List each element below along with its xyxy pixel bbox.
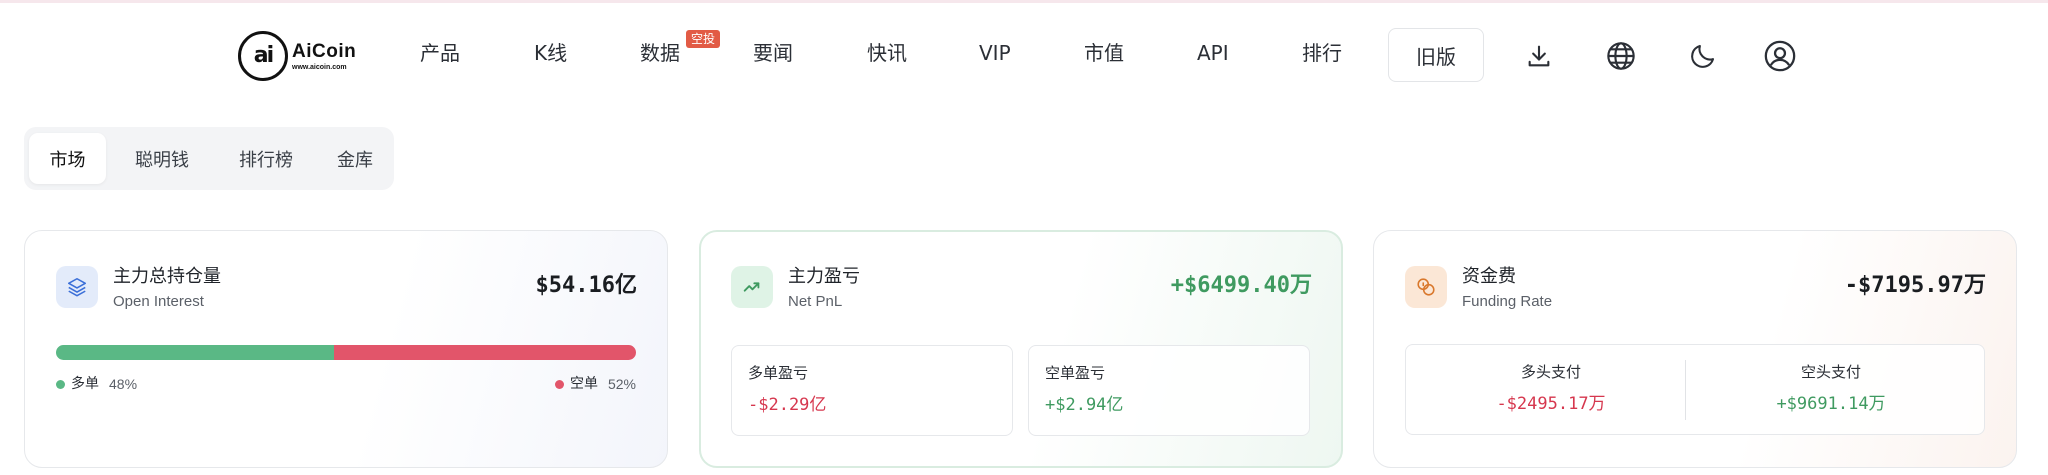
short-legend: 空单 52% [554,375,636,393]
nav-item-ranking[interactable]: 排行 [1302,38,1342,68]
short-percent: 52% [607,376,636,392]
short-pnl-box: 空单盈亏 +$2.94亿 [1028,345,1310,436]
tab-smart-money[interactable]: 聪明钱 [114,133,210,184]
nav-item-api[interactable]: API [1197,38,1229,68]
open-interest-card[interactable]: 主力总持仓量 Open Interest $54.16亿 多单 48% 空单 5… [24,230,668,468]
long-pnl-value: -$2.29亿 [748,395,827,415]
market-tabs: 市场 聪明钱 排行榜 金库 [24,127,394,190]
funding-rate-value: -$7195.97万 [1844,273,1986,298]
card-title: 主力盈亏 [788,266,860,287]
long-pnl-label: 多单盈亏 [748,364,809,382]
long-pnl-box: 多单盈亏 -$2.29亿 [731,345,1013,436]
nav-item-news[interactable]: 要闻 [753,38,793,68]
card-subtitle: Open Interest [113,293,204,310]
old-version-button[interactable]: 旧版 [1388,28,1484,82]
layers-icon [56,266,98,308]
logo-mark: ai [238,31,288,81]
top-navigation: ai AiCoin www.aicoin.com 产品 K线 数据 空投 要闻 … [0,18,2048,92]
card-subtitle: Funding Rate [1462,293,1553,310]
logo-brand: AiCoin [292,40,357,62]
card-title: 资金费 [1462,266,1516,287]
nav-item-data[interactable]: 数据 [640,38,680,68]
short-label: 空单 [569,376,598,392]
tab-leaderboard[interactable]: 排行榜 [218,133,314,184]
short-pnl-label: 空单盈亏 [1045,364,1106,382]
short-payment-value: +$9691.14万 [1776,394,1886,414]
long-payment-value: -$2495.17万 [1496,394,1606,414]
top-accent-line [0,0,2048,3]
logo-mark-text: ai [253,42,274,68]
funding-breakdown-box: 多头支付 -$2495.17万 空头支付 +$9691.14万 [1405,344,1985,435]
short-payment-column: 空头支付 +$9691.14万 [1686,345,1976,436]
short-pnl-value: +$2.94亿 [1045,395,1124,415]
nav-item-vip[interactable]: VIP [979,38,1011,68]
coins-icon [1405,266,1447,308]
short-dot [554,379,564,389]
open-interest-value: $54.16亿 [535,273,637,298]
long-dot [56,379,65,389]
download-icon[interactable] [1519,36,1559,76]
card-subtitle: Net PnL [788,293,843,310]
long-short-ratio-bar [56,345,636,360]
nav-item-products[interactable]: 产品 [420,38,460,68]
moon-icon[interactable] [1683,36,1723,76]
nav-item-kline[interactable]: K线 [534,38,567,68]
tab-market[interactable]: 市场 [29,133,106,184]
trending-up-icon [731,266,773,308]
long-percent: 48% [109,376,138,392]
long-ratio-fill [56,345,335,360]
user-icon[interactable] [1760,36,1800,76]
nav-item-flash[interactable]: 快讯 [867,38,907,68]
long-legend: 多单 48% [56,375,137,393]
long-payment-column: 多头支付 -$2495.17万 [1406,345,1696,436]
funding-rate-card[interactable]: 资金费 Funding Rate -$7195.97万 多头支付 -$2495.… [1373,230,2017,468]
long-payment-label: 多头支付 [1520,363,1581,381]
airdrop-badge: 空投 [686,30,721,48]
aicoin-logo[interactable]: ai AiCoin www.aicoin.com [238,30,368,82]
logo-url: www.aicoin.com [292,63,347,71]
tab-vault[interactable]: 金库 [322,133,388,184]
globe-icon[interactable] [1601,36,1641,76]
short-payment-label: 空头支付 [1800,363,1861,381]
net-pnl-card[interactable]: 主力盈亏 Net PnL +$6499.40万 多单盈亏 -$2.29亿 空单盈… [699,230,1343,468]
net-pnl-value: +$6499.40万 [1170,273,1312,298]
short-ratio-fill [334,345,636,360]
nav-item-market-cap[interactable]: 市值 [1084,38,1124,68]
card-title: 主力总持仓量 [113,266,221,287]
long-label: 多单 [71,376,99,392]
